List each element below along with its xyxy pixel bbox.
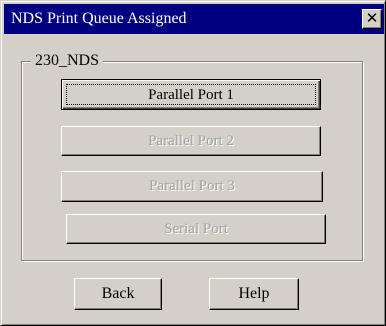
window-title: NDS Print Queue Assigned bbox=[11, 10, 187, 27]
button-label: Parallel Port 2 bbox=[148, 133, 234, 149]
button-label: Serial Port bbox=[164, 221, 228, 237]
button-label: Help bbox=[238, 285, 270, 302]
parallel-port-2-button[interactable]: Parallel Port 2 bbox=[61, 126, 321, 156]
help-button[interactable]: Help bbox=[209, 278, 299, 310]
close-button[interactable]: ✕ bbox=[362, 9, 382, 29]
parallel-port-3-button[interactable]: Parallel Port 3 bbox=[61, 171, 323, 202]
serial-port-button[interactable]: Serial Port bbox=[66, 214, 326, 244]
button-label: Parallel Port 1 bbox=[148, 86, 234, 103]
back-button[interactable]: Back bbox=[74, 278, 162, 310]
button-label: Back bbox=[101, 285, 135, 302]
dialog-window: NDS Print Queue Assigned ✕ 230_NDS Paral… bbox=[0, 0, 386, 326]
button-label: Parallel Port 3 bbox=[149, 178, 235, 194]
close-icon: ✕ bbox=[365, 9, 379, 27]
group-label: 230_NDS bbox=[31, 51, 104, 71]
title-bar[interactable]: NDS Print Queue Assigned ✕ bbox=[4, 4, 384, 34]
parallel-port-1-button[interactable]: Parallel Port 1 bbox=[61, 79, 321, 110]
